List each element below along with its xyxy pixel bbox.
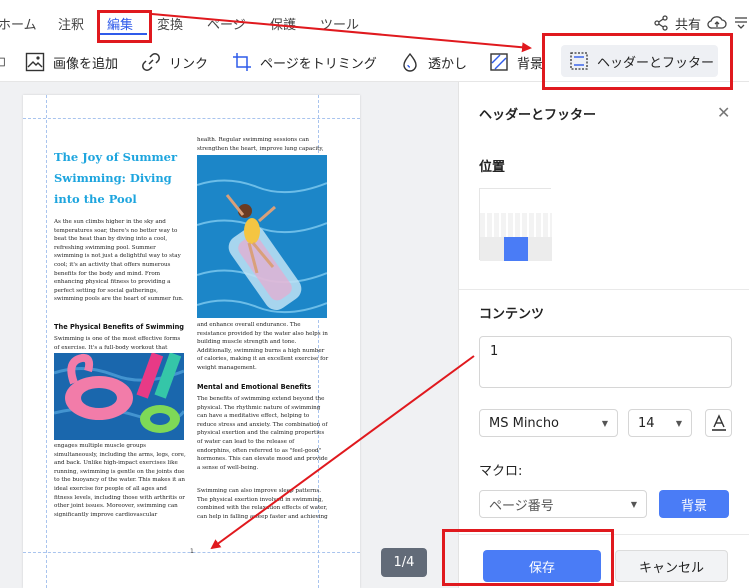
header-footer-icon [570, 52, 588, 70]
content-textarea[interactable]: 1 [479, 336, 732, 388]
menu-right-tools: 共有 [653, 12, 749, 34]
header-footer-label: ヘッダーとフッター [597, 55, 715, 71]
watermark-label: 透かし [428, 56, 468, 72]
menu-annotate[interactable]: 注釈 [58, 14, 84, 33]
position-bottom-left[interactable] [480, 237, 504, 261]
share-icon[interactable] [653, 15, 669, 31]
document-page[interactable]: The Joy of Summer Swimming: Diving into … [23, 95, 360, 588]
menu-home[interactable]: ホーム [0, 14, 37, 33]
header-guide-line [23, 118, 360, 119]
position-top-right[interactable] [528, 189, 552, 213]
intro-paragraph: As the sun climbs higher in the sky and … [54, 219, 184, 303]
crop-page-label: ページをトリミング [260, 56, 377, 72]
page-indicator[interactable]: 1/4 [381, 548, 427, 577]
macro-label: マクロ: [479, 464, 523, 479]
cancel-button[interactable]: キャンセル [615, 550, 728, 582]
background-button[interactable]: 背景 [489, 48, 543, 76]
pool-swimmer-photo [197, 155, 327, 318]
menu-convert[interactable]: 変換 [157, 14, 183, 33]
document-workspace: The Joy of Summer Swimming: Diving into … [0, 82, 458, 588]
background-label: 背景 [517, 56, 544, 72]
position-grid [479, 188, 552, 261]
panel-divider [459, 289, 749, 290]
position-label: 位置 [479, 160, 506, 175]
share-label[interactable]: 共有 [675, 14, 701, 33]
crop-page-button[interactable]: ページをトリミング [232, 48, 377, 76]
document-title: The Joy of Summer Swimming: Diving into … [54, 150, 178, 206]
font-color-button[interactable] [705, 409, 732, 437]
menu-edit[interactable]: 編集 [107, 14, 133, 33]
text-icon [0, 57, 5, 67]
chevron-down-icon: ▼ [675, 419, 682, 428]
header-footer-panel: ヘッダーとフッター ✕ 位置 コンテンツ 1 MS Mincho ▼ 14 ▼ … [458, 82, 749, 588]
physical-benefits-paragraph-2: engages multiple muscle groups simultane… [54, 443, 186, 518]
left-margin-guide [46, 95, 47, 588]
macro-background-button[interactable]: 背景 [659, 490, 729, 518]
position-bottom-right[interactable] [528, 237, 552, 261]
image-icon [25, 52, 45, 72]
collapse-menu-icon[interactable] [733, 15, 749, 31]
position-bottom-center[interactable] [504, 237, 528, 261]
link-button[interactable]: リンク [141, 48, 208, 76]
right-column-mid-text: and enhance overall endurance. The resis… [197, 322, 329, 371]
macro-select[interactable]: ページ番号 ▼ [479, 490, 647, 518]
menu-protect[interactable]: 保護 [270, 14, 296, 33]
link-icon [142, 53, 160, 71]
active-tab-indicator [97, 33, 147, 35]
position-body-area [480, 213, 552, 237]
font-name-select[interactable]: MS Mincho ▼ [479, 409, 618, 437]
link-label: リンク [169, 56, 209, 72]
save-button[interactable]: 保存 [483, 550, 601, 582]
pool-floats-photo [54, 353, 184, 440]
font-color-icon [711, 414, 726, 431]
font-size-select[interactable]: 14 ▼ [628, 409, 692, 437]
font-name-value: MS Mincho [489, 415, 560, 431]
position-top-left[interactable] [480, 189, 504, 213]
panel-title: ヘッダーとフッター [479, 108, 597, 123]
close-icon[interactable]: ✕ [717, 103, 730, 122]
menu-bar: ホーム 注釈 編集 変換 ページ 保護 ツール 共有 [0, 0, 749, 42]
background-icon [490, 53, 508, 71]
menu-page[interactable]: ページ [207, 14, 246, 33]
chevron-down-icon: ▼ [630, 500, 637, 509]
crop-icon [233, 53, 251, 71]
position-top-center[interactable] [504, 189, 528, 213]
partial-tool[interactable] [0, 48, 6, 76]
physical-benefits-paragraph: Swimming is one of the most effective fo… [54, 336, 181, 351]
watermark-icon [403, 52, 417, 72]
menu-tools[interactable]: ツール [320, 14, 359, 33]
header-footer-button[interactable]: ヘッダーとフッター [561, 45, 718, 77]
watermark-button[interactable]: 透かし [400, 48, 467, 76]
macro-select-value: ページ番号 [489, 498, 554, 514]
font-size-value: 14 [638, 415, 655, 431]
right-column-top-text: health. Regular swimming sessions can st… [197, 137, 324, 152]
mental-benefits-heading: Mental and Emotional Benefits [197, 383, 312, 391]
chevron-down-icon: ▼ [601, 419, 608, 428]
add-image-label: 画像を追加 [53, 56, 119, 72]
footer-page-number: 1 [190, 548, 194, 555]
mental-benefits-paragraph: The benefits of swimming extend beyond t… [197, 396, 328, 471]
physical-benefits-heading: The Physical Benefits of Swimming [54, 323, 185, 331]
mental-benefits-paragraph-2: Swimming can also improve sleep patterns… [197, 488, 328, 520]
add-image-button[interactable]: 画像を追加 [25, 48, 118, 76]
content-label: コンテンツ [479, 307, 545, 322]
cloud-upload-icon[interactable] [707, 15, 727, 31]
